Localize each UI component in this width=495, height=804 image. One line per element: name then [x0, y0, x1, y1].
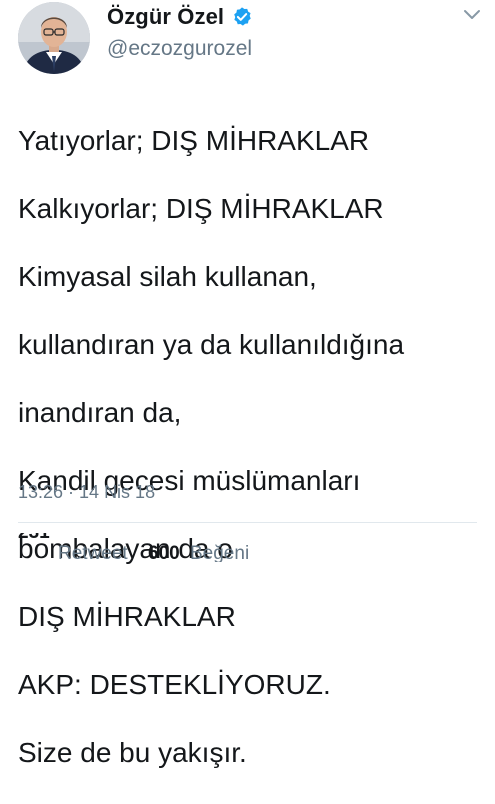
tweet-line: Size de bu yakışır.	[18, 737, 247, 768]
tweet-text: Yatıyorlar; DIŞ MİHRAKLAR Kalkıyorlar; D…	[18, 90, 488, 804]
tweet-line: Kimyasal silah kullanan,	[18, 261, 317, 292]
tweet-stats: 231 Retweet 600 Beğeni	[18, 533, 488, 562]
author-name-row[interactable]: Özgür Özel	[107, 4, 253, 30]
like-count[interactable]: 600	[148, 543, 180, 562]
author-display-name[interactable]: Özgür Özel	[107, 4, 224, 30]
author-handle[interactable]: @eczozgurozel	[107, 37, 252, 61]
like-label[interactable]: Beğeni	[190, 543, 249, 562]
chevron-down-icon[interactable]	[463, 8, 481, 22]
tweet-line: DIŞ MİHRAKLAR	[18, 601, 236, 632]
tweet-line: kullandıran ya da kullanıldığına	[18, 329, 405, 360]
tweet-line: AKP: DESTEKLİYORUZ.	[18, 669, 331, 700]
tweet-line: Kalkıyorlar; DIŞ MİHRAKLAR	[18, 193, 384, 224]
verified-badge-icon	[231, 6, 253, 28]
tweet-card: Özgür Özel @eczozgurozel Yatıyorlar; DIŞ…	[0, 0, 495, 768]
tweet-timestamp[interactable]: 13:26 · 14 Nis 18	[18, 482, 155, 503]
avatar-photo	[18, 2, 90, 74]
retweet-count[interactable]: 231	[18, 533, 50, 544]
avatar[interactable]	[18, 2, 90, 74]
divider	[18, 522, 477, 523]
tweet-line: Yatıyorlar; DIŞ MİHRAKLAR	[18, 125, 370, 156]
retweet-label[interactable]: Retweet	[58, 543, 128, 562]
tweet-line: inandıran da,	[18, 397, 182, 428]
